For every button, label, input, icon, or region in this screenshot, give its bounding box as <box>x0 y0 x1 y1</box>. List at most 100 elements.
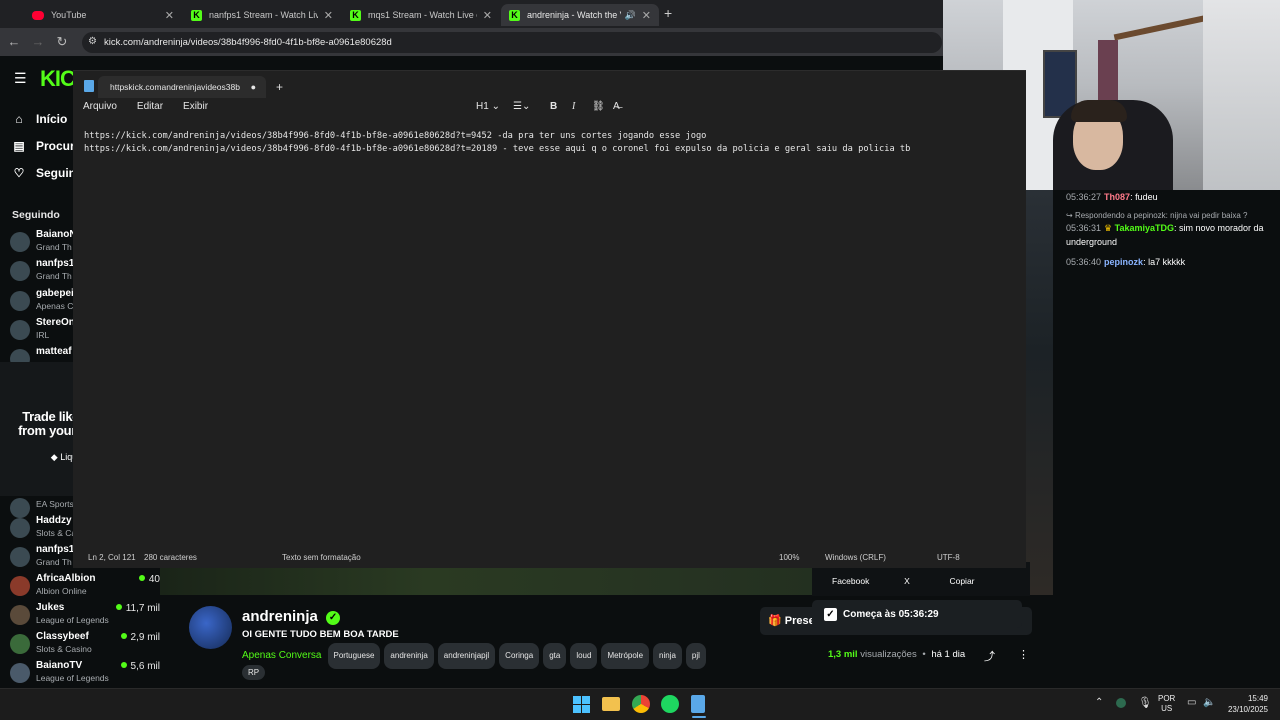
notepad-status-bar: Ln 2, Col 121 280 caracteres Texto sem f… <box>73 548 1026 568</box>
notepad-taskbar-icon[interactable] <box>691 695 705 713</box>
youtube-icon <box>32 10 44 20</box>
avatar <box>10 320 30 340</box>
italic-icon[interactable]: I <box>572 101 575 112</box>
tab-youtube[interactable]: YouTube ✕ <box>24 4 182 26</box>
tag-row: Apenas Conversa Portuguese andreninja andre… <box>242 643 762 669</box>
video-stats: 1,3 mil visualizações • há 1 dia <box>828 649 966 660</box>
site-info-icon[interactable]: ⚙ <box>88 36 97 47</box>
browse-icon: ▤ <box>13 139 25 153</box>
checkbox-icon[interactable]: ✓ <box>824 607 837 621</box>
notepad-icon <box>84 80 94 92</box>
start-time-popup[interactable]: ✓ Começa às 05:36:29 <box>812 600 1022 628</box>
nav-home[interactable]: ⌂ Início <box>12 112 67 126</box>
url-input[interactable]: ⚙ kick.com/andreninja/videos/38b4f996-8f… <box>82 32 942 53</box>
avatar <box>10 547 30 567</box>
share-copy[interactable]: Copiar <box>948 576 976 586</box>
avatar <box>10 663 30 683</box>
nav-browse[interactable]: ▤ Procura <box>12 139 81 153</box>
menu-edit[interactable]: Editar <box>137 101 163 112</box>
share-icon[interactable]: ⤴ <box>984 648 995 664</box>
forward-icon[interactable]: → <box>30 34 46 49</box>
clear-format-icon[interactable]: A̶ <box>613 101 620 112</box>
channel-item[interactable]: Classybeef Slots & Casino 2,9 mil <box>10 631 160 657</box>
close-tab-icon[interactable]: ✕ <box>642 9 651 22</box>
avatar <box>10 232 30 252</box>
char-count: 280 caracteres <box>144 553 197 562</box>
back-icon[interactable]: ← <box>6 34 22 49</box>
tag[interactable]: gta <box>543 643 567 669</box>
tag[interactable]: Coringa <box>499 643 540 669</box>
tag[interactable]: pjl <box>685 643 706 669</box>
reload-icon[interactable]: ↻ <box>54 34 70 50</box>
channel-item[interactable]: Jukes League of Legends 11,7 mil <box>10 602 160 628</box>
menu-view[interactable]: Exibir <box>183 101 208 112</box>
spotify-icon[interactable] <box>661 695 679 713</box>
encoding[interactable]: UTF-8 <box>937 553 960 562</box>
kick-icon: K <box>509 9 520 21</box>
speaker-icon[interactable]: 🔊 <box>625 10 636 21</box>
bold-icon[interactable]: B <box>550 101 557 112</box>
new-tab-icon[interactable]: + <box>276 80 283 94</box>
tab-nanfps1[interactable]: K nanfps1 Stream - Watch Live on ✕ <box>183 4 341 26</box>
tab-mqs1[interactable]: K mqs1 Stream - Watch Live on K ✕ <box>342 4 500 26</box>
tag[interactable]: andreninja <box>384 643 434 669</box>
heading-dropdown[interactable]: H1 ⌄ <box>476 101 500 112</box>
network-icon[interactable]: ▭ <box>1187 697 1196 708</box>
kick-icon: K <box>191 9 202 21</box>
hamburger-menu-icon[interactable]: ☰ <box>14 70 27 87</box>
link-icon[interactable]: ⛓ <box>592 101 605 112</box>
format-indicator: Texto sem formatação <box>282 553 361 562</box>
avatar <box>10 518 30 538</box>
channel-item[interactable]: BaianoTV League of Legends 5,6 mil <box>10 660 160 686</box>
line-ending[interactable]: Windows (CRLF) <box>825 553 886 562</box>
cursor-position: Ln 2, Col 121 <box>88 553 136 562</box>
avatar <box>10 634 30 654</box>
share-facebook[interactable]: Facebook <box>832 576 869 586</box>
share-x[interactable]: X <box>902 576 912 586</box>
chat-panel: 05:36:27 Th087: fudeu ↪ Respondendo a pep… <box>1053 190 1280 590</box>
chat-message: 05:36:40 pepinozk: la7 kkkkk <box>1066 257 1186 267</box>
clock[interactable]: 15:49 23/10/2025 <box>1222 693 1268 715</box>
notepad-tab[interactable]: httpskick.comandreninjavideos38b ● <box>98 76 266 98</box>
channel-name[interactable]: andreninja ✓ <box>242 608 341 625</box>
tray-chevron-icon[interactable]: ⌃ <box>1095 697 1103 708</box>
notepad-text-area[interactable]: https://kick.com/andreninja/videos/38b4f… <box>84 130 1014 155</box>
webcam-curtain <box>1203 0 1280 190</box>
tag[interactable]: Portuguese <box>327 643 381 669</box>
channel-item[interactable]: AfricaAlbion Albion Online 40 <box>10 573 160 599</box>
new-tab-icon[interactable]: + <box>664 5 672 21</box>
close-tab-icon[interactable]: ✕ <box>483 9 492 22</box>
file-explorer-icon[interactable] <box>602 697 620 711</box>
close-tab-icon[interactable]: ✕ <box>165 9 174 22</box>
tag[interactable]: RP <box>242 665 266 680</box>
microphone-icon[interactable]: 🎙 <box>1138 696 1152 709</box>
chrome-icon[interactable] <box>632 695 650 713</box>
more-options-icon[interactable]: ⋮ <box>1018 648 1029 661</box>
tag-row-2: RP <box>242 664 269 680</box>
language-indicator[interactable]: POR US <box>1158 694 1175 714</box>
zoom-level[interactable]: 100% <box>779 553 799 562</box>
avatar <box>10 291 30 311</box>
menu-file[interactable]: Arquivo <box>83 101 117 112</box>
gift-icon: 🎁 <box>768 615 785 627</box>
channel-avatar[interactable] <box>189 606 232 649</box>
webcam-hair <box>1071 100 1127 122</box>
avatar <box>10 576 30 596</box>
tag[interactable]: loud <box>570 643 598 669</box>
video-edge <box>1026 190 1053 595</box>
tab-andreninja[interactable]: K andreninja - Watch the VOD 🔊 ✕ <box>501 4 659 26</box>
tray-app-icon[interactable] <box>1116 698 1126 708</box>
windows-start-icon[interactable] <box>572 695 590 713</box>
tag[interactable]: Metrópole <box>601 643 650 669</box>
text-line: https://kick.com/andreninja/videos/38b4f… <box>84 131 707 141</box>
tag[interactable]: ninja <box>653 643 682 669</box>
tag[interactable]: andreninjapjl <box>437 643 496 669</box>
category-link[interactable]: Apenas Conversa <box>242 650 322 661</box>
home-icon: ⌂ <box>15 112 23 126</box>
list-icon[interactable]: ☰⌄ <box>513 101 530 112</box>
present-button[interactable]: 🎁 Prese <box>768 614 815 627</box>
following-header: Seguindo <box>12 209 60 221</box>
close-tab-icon[interactable]: ✕ <box>324 9 333 22</box>
unsaved-dot-icon[interactable]: ● <box>251 82 256 92</box>
volume-icon[interactable]: 🔈 <box>1203 697 1215 708</box>
